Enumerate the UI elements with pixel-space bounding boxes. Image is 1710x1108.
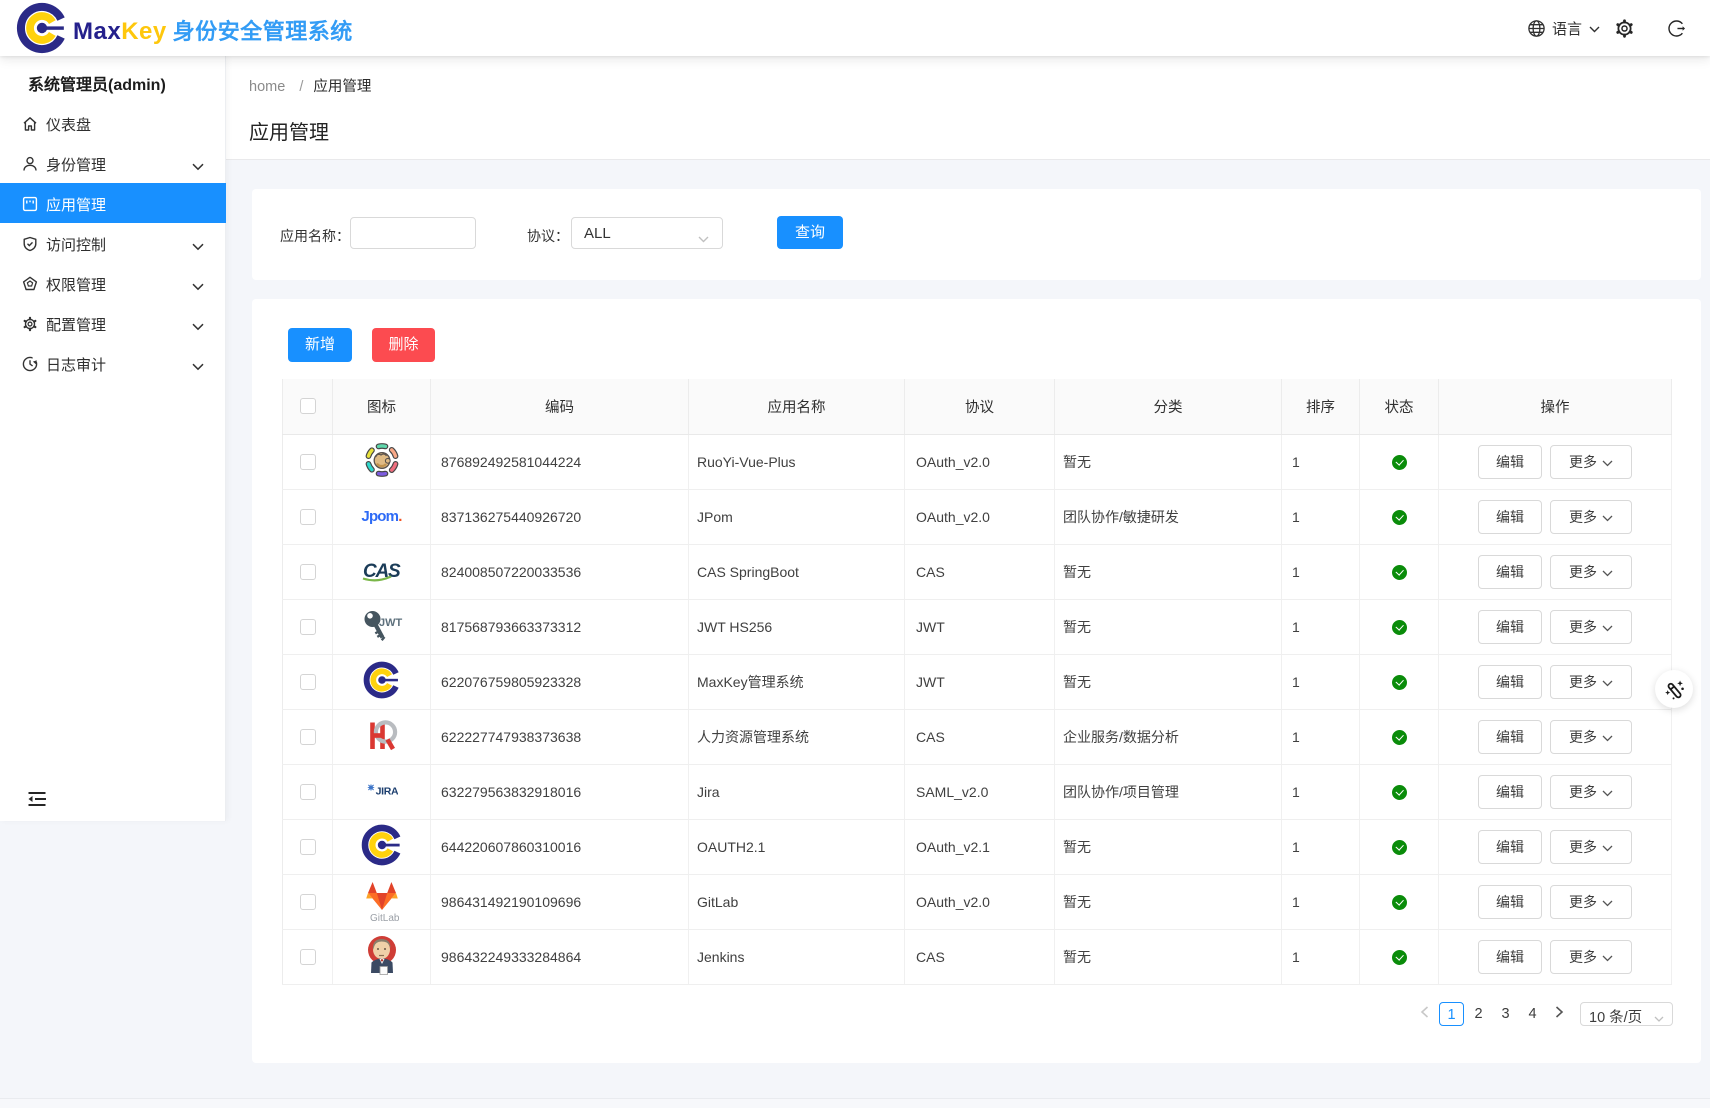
svg-text:GitLab: GitLab [370, 913, 400, 923]
svg-text:JWT: JWT [379, 617, 403, 629]
svg-text:JIRA: JIRA [375, 786, 397, 798]
